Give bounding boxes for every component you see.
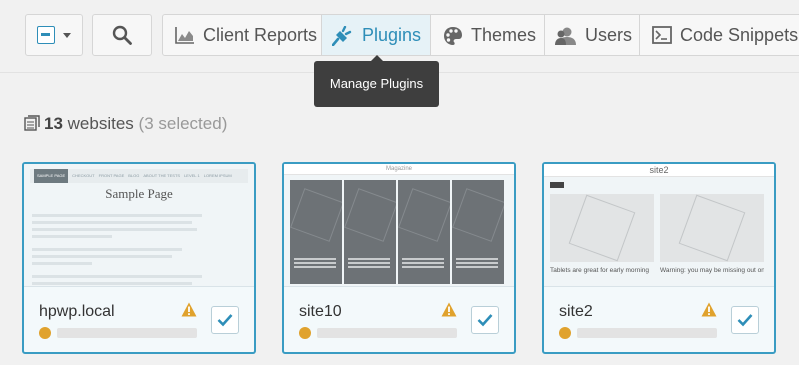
thumb-caption: Warning: you may be missing out on [660, 267, 764, 274]
selected-count: (3 selected) [138, 114, 228, 133]
bulk-select-dropdown[interactable] [25, 14, 83, 56]
tab-client-reports[interactable]: Client Reports [163, 15, 322, 55]
chart-area-icon [175, 27, 194, 44]
thumb-image [660, 194, 764, 262]
checkmark-icon [737, 314, 753, 327]
tab-label: Client Reports [203, 25, 318, 45]
checkmark-icon [217, 314, 233, 327]
thumb-nav-item: SAMPLE PAGE [34, 169, 69, 183]
thumb-nav-item: LOREM IPSUM [203, 173, 232, 178]
search-icon [112, 25, 132, 45]
thumb-text [32, 214, 212, 286]
thumb-nav-item: LEVEL 1 [184, 173, 200, 178]
tab-label: Users [585, 25, 633, 45]
globe-icon [299, 327, 311, 339]
stack-icon [24, 115, 40, 131]
thumb-nav-item: ABOUT THE TESTS [143, 173, 181, 178]
thumb-nav-item: BLOG [128, 173, 140, 178]
caret-down-icon [63, 33, 71, 38]
thumb-post [344, 180, 396, 284]
thumb-header: site2 [544, 164, 774, 177]
thumb-post [398, 180, 450, 284]
site-thumbnail: site2 Tablets are great for early mornin… [544, 164, 774, 287]
site-card[interactable]: Magazine site10 [282, 162, 516, 354]
thumb-post [290, 180, 342, 284]
tab-label: Themes [471, 25, 537, 45]
thumb-post [452, 180, 504, 284]
warning-icon[interactable] [181, 302, 197, 317]
site-url-blurred [577, 328, 717, 338]
tooltip: Manage Plugins [314, 55, 439, 107]
site-url-blurred [317, 328, 457, 338]
thumb-header: Magazine [284, 164, 514, 175]
websites-count: 13 websites (3 selected) [24, 114, 227, 134]
tab-code-snippets[interactable]: Code Snippets [640, 15, 799, 55]
tab-label: Code Snippets [680, 25, 799, 45]
palette-icon [444, 27, 462, 45]
search-button[interactable] [92, 14, 152, 56]
users-icon [555, 27, 576, 45]
thumb-grid [290, 180, 508, 284]
count-number: 13 [44, 114, 63, 133]
tab-themes[interactable]: Themes [431, 15, 545, 55]
plug-icon [332, 26, 352, 46]
thumb-tag [550, 182, 564, 188]
tab-label: Plugins [362, 25, 422, 45]
site-card[interactable]: site2 Tablets are great for early mornin… [542, 162, 776, 354]
thumb-nav-item: CHECKOUT [72, 173, 95, 178]
site-name[interactable]: hpwp.local [39, 303, 115, 321]
site-name[interactable]: site10 [299, 303, 342, 321]
globe-icon [39, 327, 51, 339]
site-card[interactable]: SAMPLE PAGE CHECKOUT FRONT PAGE BLOG ABOUT T… [22, 162, 256, 354]
tab-plugins[interactable]: Plugins [322, 15, 431, 55]
globe-icon [559, 327, 571, 339]
thumb-title: Sample Page [105, 186, 173, 201]
select-checkbox[interactable] [731, 306, 759, 334]
site-name[interactable]: site2 [559, 303, 593, 321]
thumb-caption: Tablets are great for early morning [550, 267, 649, 274]
thumb-nav-item: FRONT PAGE [98, 173, 125, 178]
select-checkbox[interactable] [471, 306, 499, 334]
tab-users[interactable]: Users [545, 15, 640, 55]
terminal-icon [652, 26, 672, 44]
count-label: websites [67, 114, 134, 133]
warning-icon[interactable] [441, 302, 457, 317]
thumb-image [550, 194, 654, 262]
site-thumbnail: Magazine [284, 164, 514, 287]
checkmark-icon [477, 314, 493, 327]
site-url-blurred [57, 328, 197, 338]
thumb-nav: SAMPLE PAGE CHECKOUT FRONT PAGE BLOG ABOUT T… [30, 169, 248, 183]
partial-checkbox-icon [37, 26, 55, 44]
warning-icon[interactable] [701, 302, 717, 317]
select-checkbox[interactable] [211, 306, 239, 334]
site-thumbnail: SAMPLE PAGE CHECKOUT FRONT PAGE BLOG ABOUT T… [24, 164, 254, 287]
tool-tabs: Client Reports Plugins Themes Users Code… [162, 14, 799, 56]
